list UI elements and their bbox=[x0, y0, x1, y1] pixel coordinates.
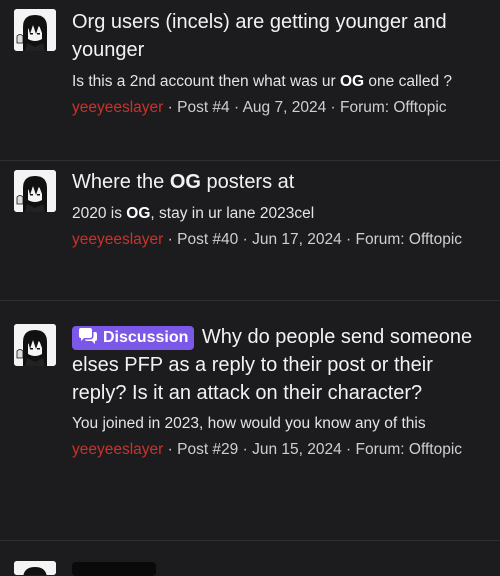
discussion-badge[interactable]: Discussion bbox=[72, 326, 195, 350]
search-highlight: OG bbox=[126, 205, 151, 222]
avatar[interactable] bbox=[14, 561, 56, 575]
avatar[interactable] bbox=[14, 9, 56, 51]
author-link[interactable]: yeeyeeslayer bbox=[72, 99, 163, 116]
prefix-badge[interactable] bbox=[72, 562, 156, 576]
anime-girl-avatar-icon bbox=[14, 324, 56, 366]
result-meta: yeeyeeslayer · Post #29 · Jun 15, 2024 ·… bbox=[72, 441, 463, 458]
result-title[interactable]: Org users (incels) are getting younger a… bbox=[72, 8, 488, 64]
avatar[interactable] bbox=[14, 170, 56, 212]
result-snippet: You joined in 2023, how would you know a… bbox=[72, 415, 426, 432]
forum-link[interactable]: Forum: Offtopic bbox=[356, 441, 463, 458]
search-result[interactable]: Discussion Why do people send someone el… bbox=[0, 300, 500, 541]
search-highlight: OG bbox=[169, 171, 201, 193]
result-snippet: Is this a 2nd account then what was ur O… bbox=[72, 73, 452, 90]
post-date: Jun 15, 2024 bbox=[252, 441, 342, 458]
anime-girl-avatar-icon bbox=[14, 561, 56, 575]
result-meta: yeeyeeslayer · Post #40 · Jun 17, 2024 ·… bbox=[72, 231, 463, 248]
post-number[interactable]: Post #4 bbox=[177, 99, 230, 116]
post-number[interactable]: Post #29 bbox=[177, 441, 238, 458]
author-link[interactable]: yeeyeeslayer bbox=[72, 441, 163, 458]
post-date: Jun 17, 2024 bbox=[252, 231, 342, 248]
result-snippet: 2020 is OG, stay in ur lane 2023cel bbox=[72, 205, 315, 222]
search-result[interactable]: Org users (incels) are getting younger a… bbox=[0, 0, 500, 161]
result-title[interactable]: Where the OG posters at bbox=[72, 168, 488, 196]
search-highlight: OG bbox=[339, 73, 365, 90]
chat-bubbles-icon bbox=[79, 328, 97, 344]
result-title[interactable]: Discussion Why do people send someone el… bbox=[72, 323, 488, 407]
author-link[interactable]: yeeyeeslayer bbox=[72, 231, 163, 248]
search-result[interactable]: Where the OG posters at 2020 is OG, stay… bbox=[0, 160, 500, 301]
avatar[interactable] bbox=[14, 324, 56, 366]
post-number[interactable]: Post #40 bbox=[177, 231, 238, 248]
anime-girl-avatar-icon bbox=[14, 9, 56, 51]
post-date: Aug 7, 2024 bbox=[242, 99, 327, 116]
forum-link[interactable]: Forum: Offtopic bbox=[356, 231, 463, 248]
anime-girl-avatar-icon bbox=[14, 170, 56, 212]
result-meta: yeeyeeslayer · Post #4 · Aug 7, 2024 · F… bbox=[72, 99, 447, 116]
forum-link[interactable]: Forum: Offtopic bbox=[340, 99, 447, 116]
